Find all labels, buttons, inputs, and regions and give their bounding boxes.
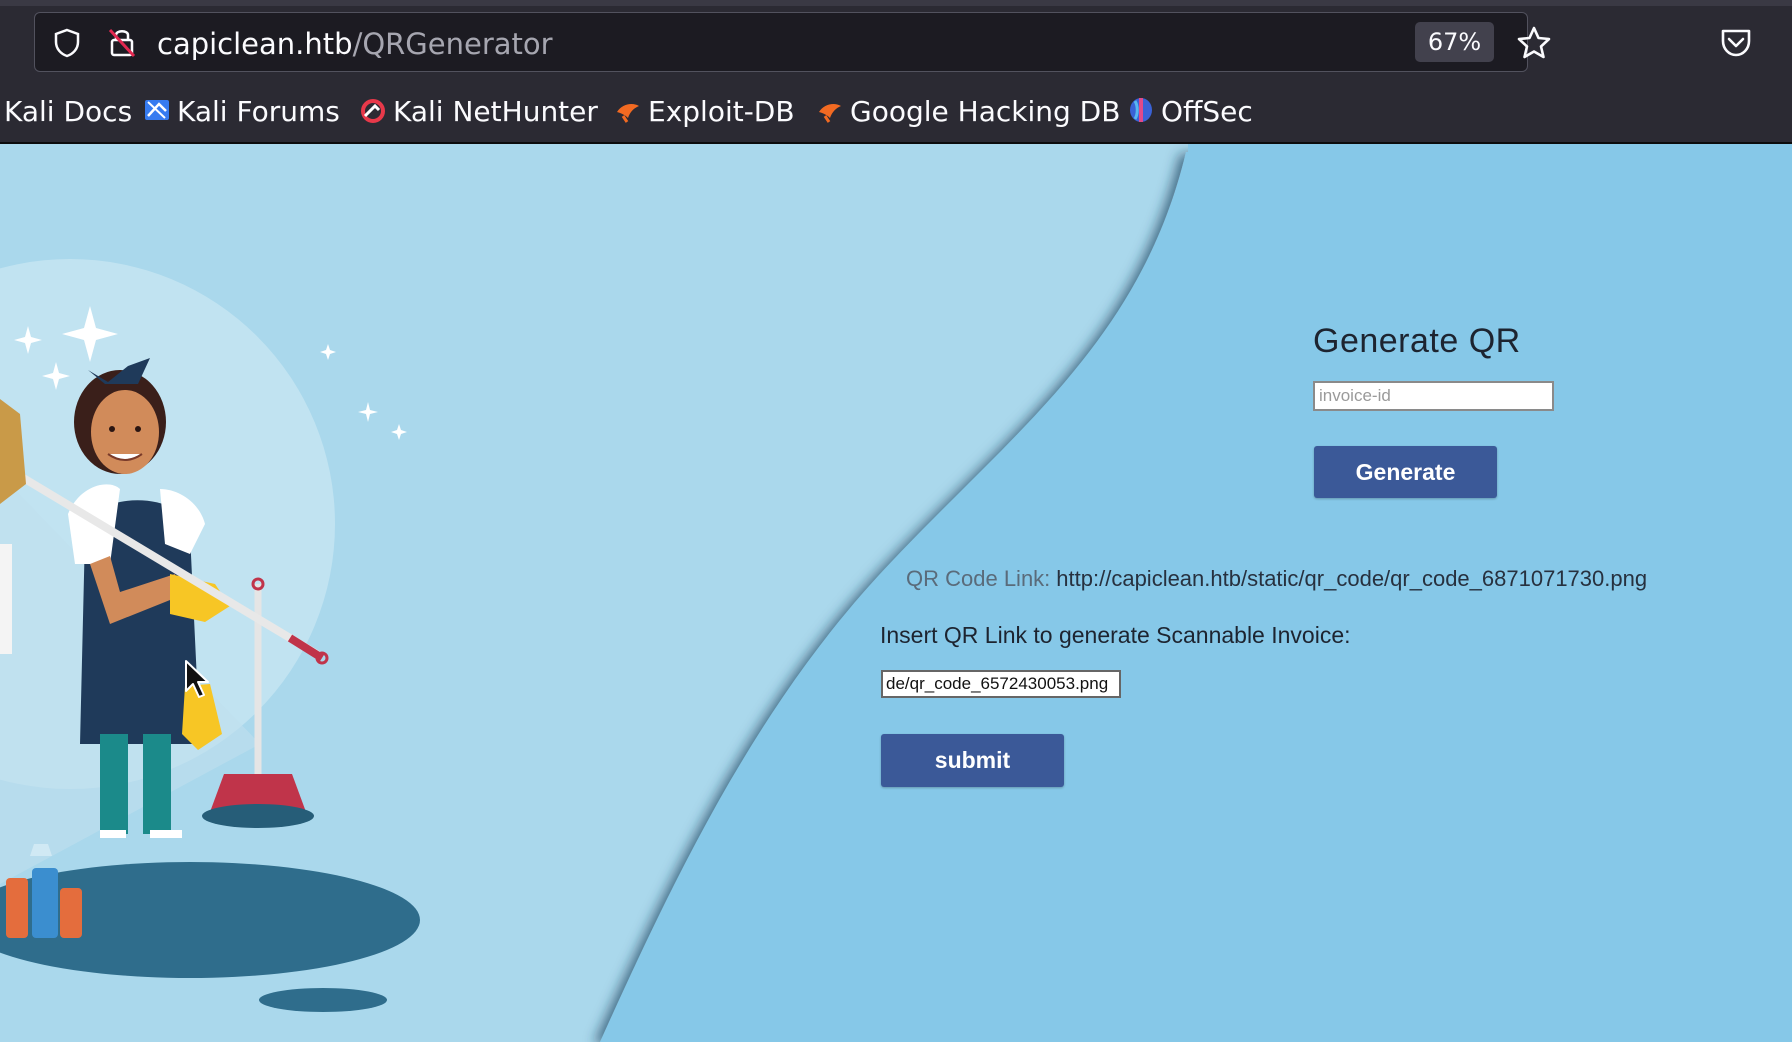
- qr-code-link-label: QR Code Link:: [906, 566, 1051, 591]
- qr-code-link: QR Code Link: http://capiclean.htb/static…: [906, 566, 1647, 592]
- mouse-cursor-icon: [185, 660, 209, 698]
- submit-button[interactable]: submit: [881, 734, 1064, 787]
- bookmark-kali-nethunter[interactable]: Kali NetHunter: [359, 90, 598, 134]
- bookmark-google-hacking-db[interactable]: Google Hacking DB: [816, 90, 1120, 134]
- address-bar[interactable]: capiclean.htb/QRGenerator 67%: [34, 12, 1551, 72]
- generate-button[interactable]: Generate: [1314, 446, 1497, 498]
- page-title: Generate QR: [1313, 322, 1521, 360]
- kali-nethunter-icon: [361, 99, 385, 123]
- background-illustration: [0, 144, 1792, 1042]
- url-text[interactable]: capiclean.htb/QRGenerator: [157, 27, 553, 61]
- bookmark-kali-docs[interactable]: Kali Docs: [4, 90, 132, 134]
- cleaner-illustration: [0, 259, 420, 1012]
- shield-icon[interactable]: [51, 27, 83, 59]
- bookmark-kali-forums[interactable]: Kali Forums: [143, 90, 340, 134]
- google-hacking-db-icon: [819, 104, 841, 123]
- window-edge: [0, 0, 1792, 6]
- kali-forums-icon: [145, 100, 169, 120]
- page-content: Generate QR Generate QR Code Link:http:/…: [0, 144, 1792, 1042]
- bookmark-offsec[interactable]: OffSec: [1127, 90, 1253, 134]
- insecure-lock-icon[interactable]: [105, 25, 139, 59]
- bookmark-exploit-db[interactable]: Exploit-DB: [614, 90, 795, 134]
- qr-link-input[interactable]: [881, 670, 1121, 698]
- offsec-icon: [1130, 98, 1152, 122]
- pocket-icon[interactable]: [1718, 24, 1754, 60]
- browser-toolbar: capiclean.htb/QRGenerator 67% Kali Docs …: [0, 0, 1792, 144]
- insert-qr-link-label: Insert QR Link to generate Scannable Inv…: [880, 622, 1351, 648]
- invoice-id-input[interactable]: [1313, 381, 1554, 411]
- zoom-indicator[interactable]: 67%: [1415, 22, 1494, 62]
- qr-code-link-value: http://capiclean.htb/static/qr_code/qr_c…: [1056, 566, 1648, 591]
- bookmark-star-icon[interactable]: [1515, 24, 1553, 62]
- exploit-db-icon: [617, 104, 639, 123]
